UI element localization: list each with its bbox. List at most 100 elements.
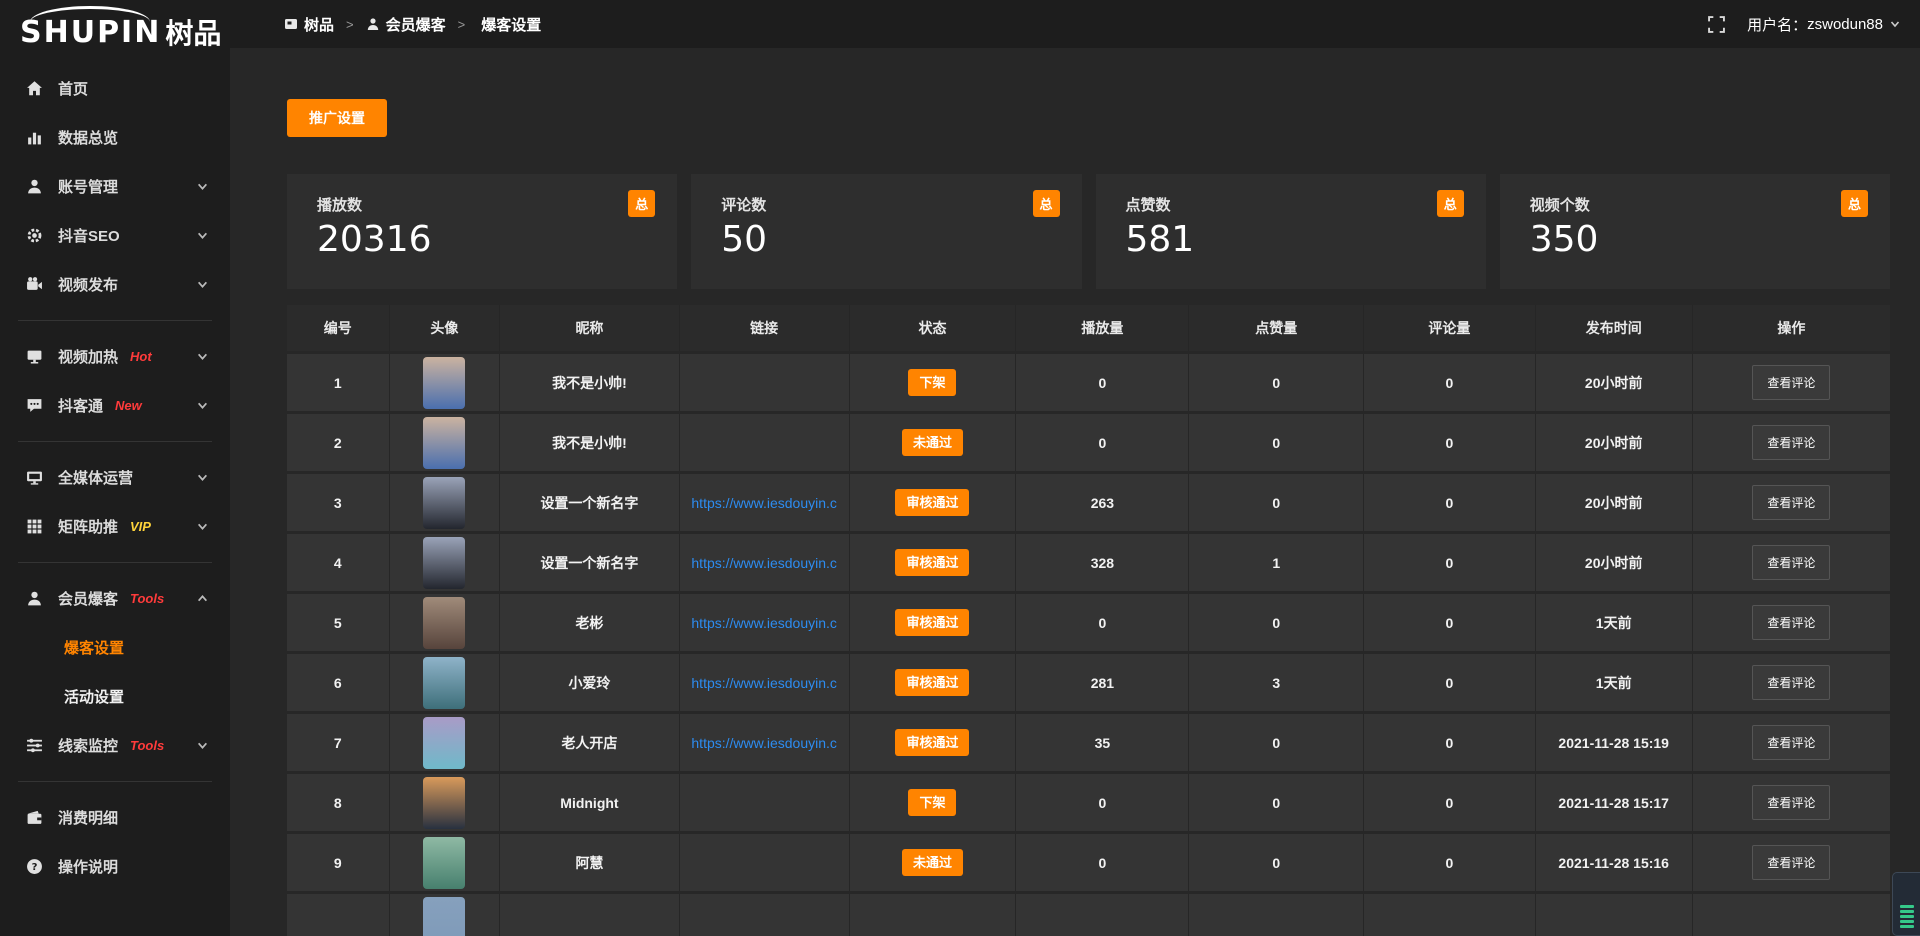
sidebar-item[interactable]: ?操作说明 bbox=[0, 842, 230, 891]
likes-cell: 0 bbox=[1189, 474, 1364, 531]
status-badge: 未通过 bbox=[902, 849, 963, 876]
table-row: 8Midnight下架0002021-11-28 15:17查看评论 bbox=[287, 771, 1890, 831]
nickname-cell: 阿慧 bbox=[500, 834, 680, 891]
avatar bbox=[423, 777, 465, 829]
plays-cell: 0 bbox=[1016, 414, 1189, 471]
likes-cell: 0 bbox=[1189, 774, 1364, 831]
view-comments-button[interactable]: 查看评论 bbox=[1752, 785, 1830, 820]
status-cell: 下架 bbox=[850, 774, 1017, 831]
plays-cell: 263 bbox=[1016, 474, 1189, 531]
grid-icon bbox=[26, 518, 43, 535]
sidebar-item[interactable]: 矩阵助推 VIP bbox=[0, 502, 230, 551]
view-comments-button[interactable]: 查看评论 bbox=[1752, 725, 1830, 760]
link-cell bbox=[680, 354, 850, 411]
monitor-icon bbox=[26, 469, 43, 486]
breadcrumb-separator: > bbox=[458, 17, 466, 32]
nickname-cell: 我不是小帅! bbox=[500, 414, 680, 471]
avatar bbox=[423, 357, 465, 409]
table-header-cell: 链接 bbox=[680, 305, 850, 351]
nickname-cell: Midnight bbox=[500, 774, 680, 831]
sidebar-item[interactable]: 线索监控Tools bbox=[0, 721, 230, 770]
avatar-cell bbox=[390, 714, 501, 771]
publish-time-cell: 20小时前 bbox=[1536, 354, 1693, 411]
app-logo: SHUPIN 树品 bbox=[0, 0, 230, 64]
sidebar-item-label: 矩阵助推 bbox=[58, 516, 118, 537]
video-link[interactable]: https://www.iesdouyin.c bbox=[691, 675, 837, 691]
sidebar-item[interactable]: 账号管理 bbox=[0, 162, 230, 211]
comments-cell: 0 bbox=[1364, 534, 1536, 591]
logo-cn-text: 树品 bbox=[165, 12, 221, 52]
sidebar-item[interactable]: 抖客通New bbox=[0, 381, 230, 430]
table-row bbox=[287, 891, 1890, 936]
status-cell: 未通过 bbox=[850, 414, 1017, 471]
publish-time-cell: 20小时前 bbox=[1536, 474, 1693, 531]
row-number-cell: 4 bbox=[287, 534, 390, 591]
sidebar-item[interactable]: 消费明细 bbox=[0, 793, 230, 842]
chevron-down-icon bbox=[197, 740, 208, 751]
action-cell bbox=[1693, 894, 1890, 936]
view-comments-button[interactable]: 查看评论 bbox=[1752, 485, 1830, 520]
status-badge: 审核通过 bbox=[895, 489, 969, 516]
avatar bbox=[423, 717, 465, 769]
view-comments-button[interactable]: 查看评论 bbox=[1752, 425, 1830, 460]
breadcrumb: 树品 > 会员爆客 > 爆客设置 bbox=[284, 14, 541, 35]
action-cell: 查看评论 bbox=[1693, 594, 1890, 651]
stat-label: 播放数 bbox=[317, 194, 653, 215]
floating-toolbar-widget[interactable] bbox=[1892, 872, 1920, 936]
sidebar-item[interactable]: 数据总览 bbox=[0, 113, 230, 162]
sidebar-subitem[interactable]: 活动设置 bbox=[0, 672, 230, 721]
view-comments-button[interactable]: 查看评论 bbox=[1752, 845, 1830, 880]
view-comments-button[interactable]: 查看评论 bbox=[1752, 365, 1830, 400]
publish-time-cell: 20小时前 bbox=[1536, 414, 1693, 471]
table-header-cell: 播放量 bbox=[1016, 305, 1189, 351]
nickname-cell: 我不是小帅! bbox=[500, 354, 680, 411]
sidebar-item[interactable]: 会员爆客Tools bbox=[0, 574, 230, 623]
row-number-cell: 2 bbox=[287, 414, 390, 471]
sidebar-subitem[interactable]: 爆客设置 bbox=[0, 623, 230, 672]
total-badge: 总 bbox=[1437, 190, 1464, 217]
video-link[interactable]: https://www.iesdouyin.c bbox=[691, 495, 837, 511]
avatar-cell bbox=[390, 834, 501, 891]
sidebar-item[interactable]: 抖音SEO bbox=[0, 211, 230, 260]
plays-cell: 35 bbox=[1016, 714, 1189, 771]
sidebar-item[interactable]: 视频加热Hot bbox=[0, 332, 230, 381]
plays-cell: 0 bbox=[1016, 834, 1189, 891]
table-row: 7老人开店https://www.iesdouyin.c审核通过35002021… bbox=[287, 711, 1890, 771]
sidebar-item-badge: Tools bbox=[130, 591, 164, 606]
plays-cell: 0 bbox=[1016, 774, 1189, 831]
sidebar-item[interactable]: 视频发布 bbox=[0, 260, 230, 309]
link-cell: https://www.iesdouyin.c bbox=[680, 474, 850, 531]
user-menu[interactable]: 用户名： zswodun88 bbox=[1747, 14, 1900, 35]
sidebar-item-label: 视频发布 bbox=[58, 274, 118, 295]
sidebar-item-label: 全媒体运营 bbox=[58, 467, 133, 488]
sidebar-subitem-label: 活动设置 bbox=[64, 686, 124, 707]
breadcrumb-item-member[interactable]: 会员爆客 bbox=[366, 14, 446, 35]
view-comments-button[interactable]: 查看评论 bbox=[1752, 605, 1830, 640]
sidebar-item-badge: VIP bbox=[130, 519, 151, 534]
view-comments-button[interactable]: 查看评论 bbox=[1752, 545, 1830, 580]
video-link[interactable]: https://www.iesdouyin.c bbox=[691, 735, 837, 751]
row-number-cell: 8 bbox=[287, 774, 390, 831]
sidebar-item[interactable]: 首页 bbox=[0, 64, 230, 113]
avatar-cell bbox=[390, 354, 501, 411]
link-cell bbox=[680, 774, 850, 831]
avatar bbox=[423, 417, 465, 469]
promo-settings-button[interactable]: 推广设置 bbox=[287, 99, 387, 137]
sidebar-divider bbox=[0, 551, 230, 574]
home-icon bbox=[26, 80, 43, 97]
status-badge: 未通过 bbox=[902, 429, 963, 456]
row-number-cell: 3 bbox=[287, 474, 390, 531]
fullscreen-icon[interactable] bbox=[1708, 16, 1725, 33]
video-link[interactable]: https://www.iesdouyin.c bbox=[691, 615, 837, 631]
avatar-cell bbox=[390, 594, 501, 651]
sidebar-item-badge: Hot bbox=[130, 349, 152, 364]
nickname-cell: 老彬 bbox=[500, 594, 680, 651]
avatar-cell bbox=[390, 774, 501, 831]
view-comments-button[interactable]: 查看评论 bbox=[1752, 665, 1830, 700]
sidebar-item[interactable]: 全媒体运营 bbox=[0, 453, 230, 502]
user-icon bbox=[26, 590, 43, 607]
topbar: 树品 > 会员爆客 > 爆客设置 用户名： zswodun88 bbox=[230, 0, 1920, 48]
logo-arc-decoration bbox=[30, 6, 150, 22]
video-link[interactable]: https://www.iesdouyin.c bbox=[691, 555, 837, 571]
breadcrumb-item-shupin[interactable]: 树品 bbox=[284, 14, 334, 35]
